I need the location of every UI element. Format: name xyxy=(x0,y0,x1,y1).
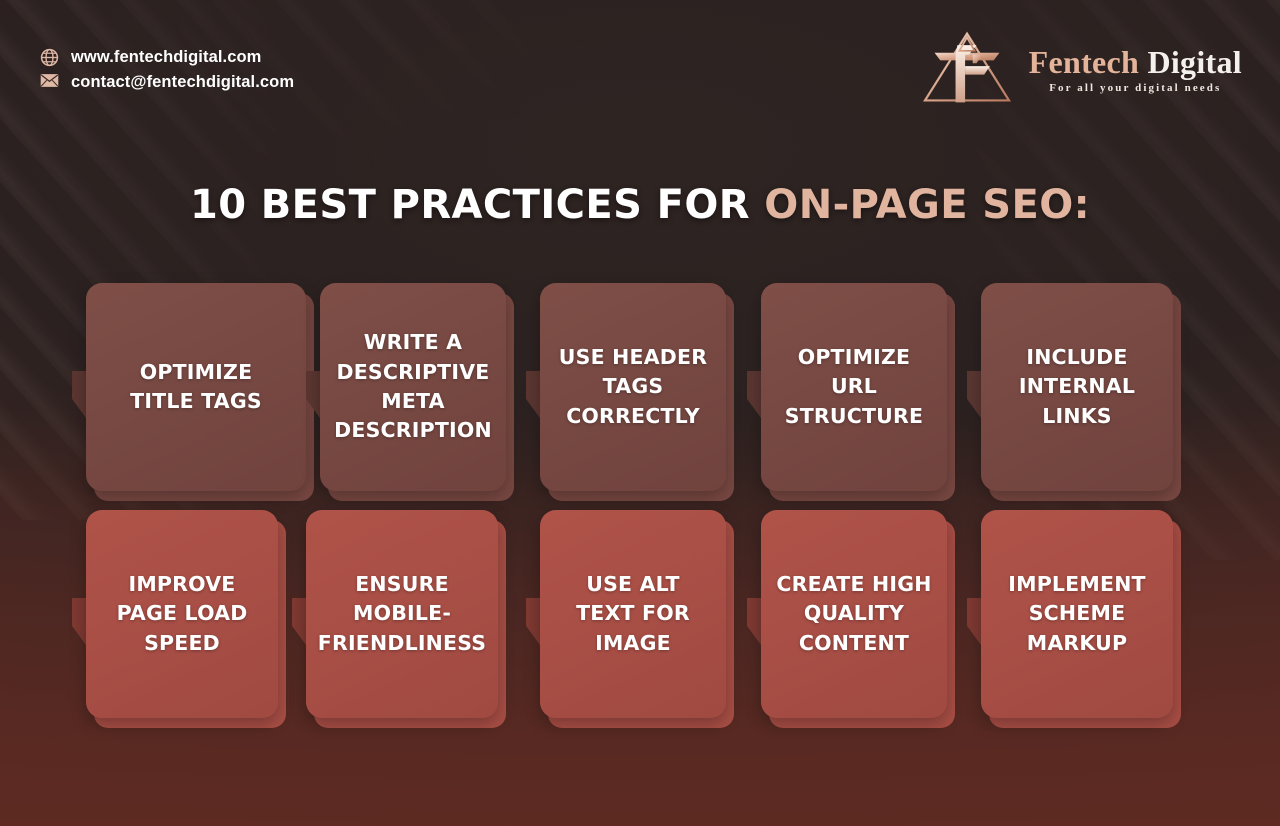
brand-tagline: For all your digital needs xyxy=(1049,82,1222,95)
card-front-plate: USE ALT TEXT FOR IMAGE xyxy=(540,510,726,718)
practices-grid: OPTIMIZE TITLE TAGS WRITE A DESCRIPTIVE META… xyxy=(72,283,1194,728)
card-front-plate: ENSURE MOBILE- FRIENDLINESS xyxy=(306,510,498,718)
practice-card[interactable]: CREATE HIGH QUALITY CONTENT xyxy=(747,510,955,728)
practice-card[interactable]: WRITE A DESCRIPTIVE META DESCRIPTION xyxy=(306,283,514,501)
practice-card-label: ENSURE MOBILE- FRIENDLINESS xyxy=(317,572,487,655)
card-front-plate: IMPLEMENT SCHEME MARKUP xyxy=(981,510,1173,718)
practice-card[interactable]: IMPLEMENT SCHEME MARKUP xyxy=(967,510,1181,728)
brand-logo[interactable]: Fentech Digital For all your digital nee… xyxy=(919,26,1242,110)
globe-icon xyxy=(40,48,59,67)
envelope-icon xyxy=(40,73,59,92)
brand-name: Fentech Digital xyxy=(1028,43,1242,80)
website-row[interactable]: www.fentechdigital.com xyxy=(40,48,294,67)
practice-card[interactable]: IMPROVE PAGE LOAD SPEED xyxy=(72,510,286,728)
practice-card-label: IMPROVE PAGE LOAD SPEED xyxy=(116,572,248,655)
fentech-monogram-icon xyxy=(919,26,1015,110)
practice-card-label: INCLUDE INTERNAL LINKS xyxy=(1018,345,1136,428)
practice-card[interactable]: OPTIMIZE TITLE TAGS xyxy=(72,283,314,501)
practice-card[interactable]: OPTIMIZE URL STRUCTURE xyxy=(747,283,955,501)
brand-wordmark: Fentech Digital For all your digital nee… xyxy=(1029,42,1242,94)
card-front-plate: INCLUDE INTERNAL LINKS xyxy=(981,283,1173,491)
page-title-lead: 10 BEST PRACTICES FOR xyxy=(190,182,765,228)
practice-card-label: USE ALT TEXT FOR IMAGE xyxy=(576,572,690,655)
practice-card[interactable]: USE ALT TEXT FOR IMAGE xyxy=(526,510,734,728)
email-text: contact@fentechdigital.com xyxy=(71,73,295,91)
brand-name-primary: Fentech xyxy=(1028,43,1140,80)
contact-block: www.fentechdigital.com contact@fentechdi… xyxy=(40,48,294,92)
card-front-plate: CREATE HIGH QUALITY CONTENT xyxy=(761,510,947,718)
practice-card-label: USE HEADER TAGS CORRECTLY xyxy=(558,345,708,428)
practices-row-2: IMPROVE PAGE LOAD SPEED ENSURE MOBILE- FRIEND… xyxy=(72,510,1194,728)
card-front-plate: OPTIMIZE TITLE TAGS xyxy=(86,283,306,491)
practice-card-label: OPTIMIZE URL STRUCTURE xyxy=(784,345,924,428)
practice-card[interactable]: USE HEADER TAGS CORRECTLY xyxy=(526,283,734,501)
practice-card[interactable]: INCLUDE INTERNAL LINKS xyxy=(967,283,1181,501)
practice-card-label: WRITE A DESCRIPTIVE META DESCRIPTION xyxy=(334,330,492,443)
practice-card-label: IMPLEMENT SCHEME MARKUP xyxy=(1008,572,1146,655)
practice-card-label: CREATE HIGH QUALITY CONTENT xyxy=(776,572,932,655)
practice-card[interactable]: ENSURE MOBILE- FRIENDLINESS xyxy=(292,510,506,728)
brand-name-secondary: Digital xyxy=(1147,43,1242,80)
card-front-plate: WRITE A DESCRIPTIVE META DESCRIPTION xyxy=(320,283,506,491)
practices-row-1: OPTIMIZE TITLE TAGS WRITE A DESCRIPTIVE META… xyxy=(72,283,1194,501)
card-front-plate: IMPROVE PAGE LOAD SPEED xyxy=(86,510,278,718)
website-text: www.fentechdigital.com xyxy=(71,48,262,66)
page-title-accent: ON-PAGE SEO: xyxy=(764,182,1090,228)
poster-stage: www.fentechdigital.com contact@fentechdi… xyxy=(0,0,1280,826)
card-front-plate: OPTIMIZE URL STRUCTURE xyxy=(761,283,947,491)
practice-card-label: OPTIMIZE TITLE TAGS xyxy=(130,359,262,413)
email-row[interactable]: contact@fentechdigital.com xyxy=(40,73,294,92)
page-title: 10 BEST PRACTICES FOR ON-PAGE SEO: xyxy=(0,185,1280,225)
card-front-plate: USE HEADER TAGS CORRECTLY xyxy=(540,283,726,491)
